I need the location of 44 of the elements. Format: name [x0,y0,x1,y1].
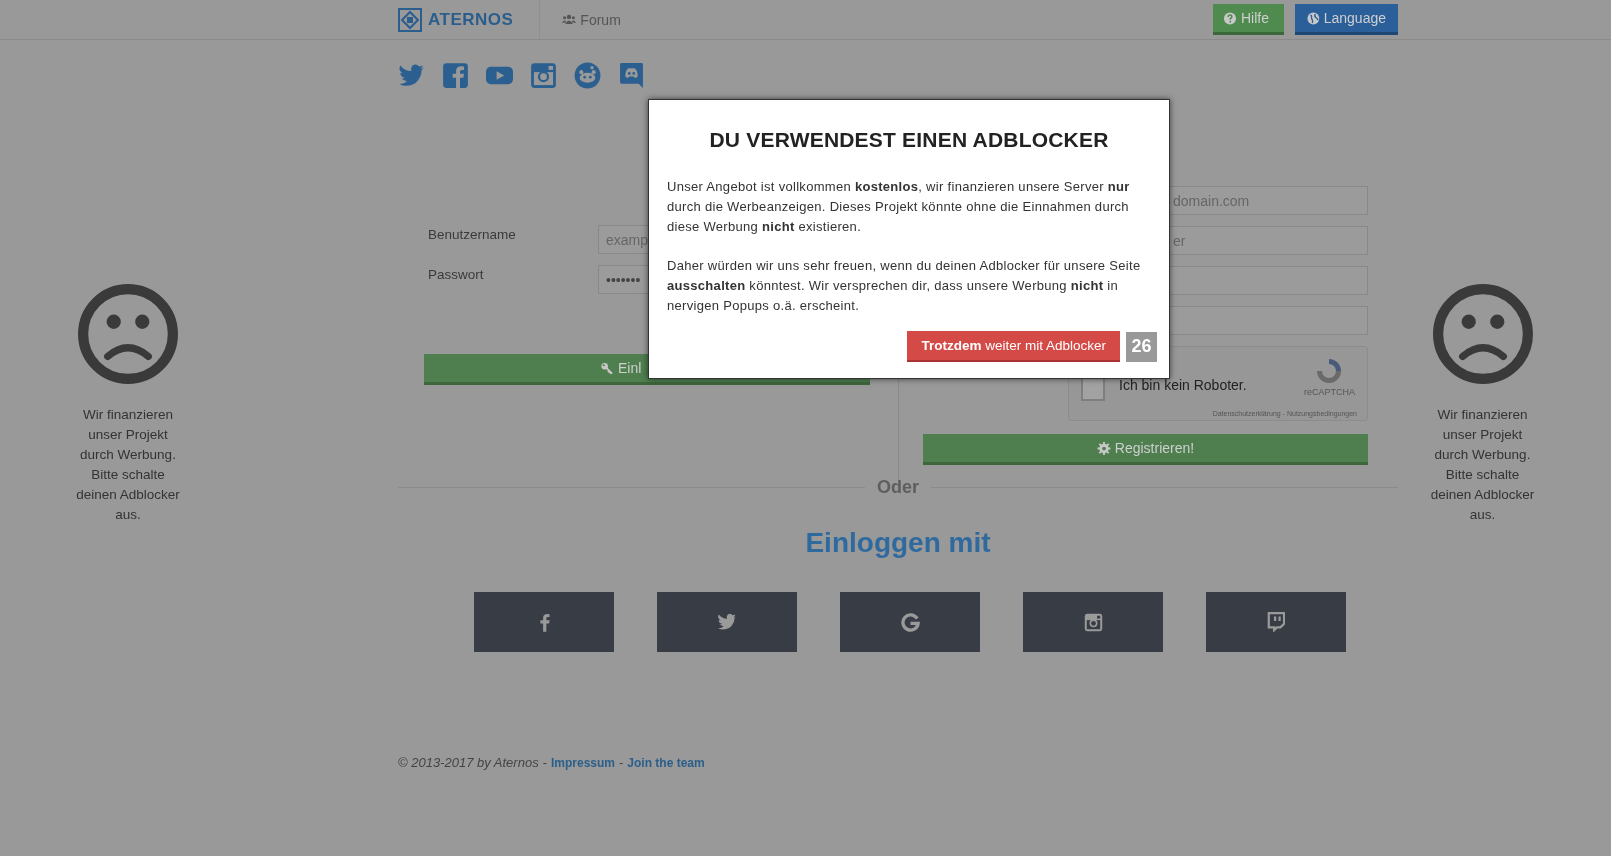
forum-link[interactable]: Forum [562,11,621,28]
logo-icon [398,7,422,32]
f-letter-icon [538,612,550,632]
copyright-text: © 2013-2017 by Aternos [398,755,539,770]
key-icon [600,361,614,375]
chat-bubble-icon[interactable] [618,61,645,89]
g-letter-icon [900,612,920,632]
footer-link[interactable]: Impressum [551,756,615,770]
camera-button[interactable] [1023,592,1163,652]
password-label: Passwort [428,266,485,282]
adblock-note: Wir finanzieren unser Projekt durch Werbung. Bitte schalte deinen Adblocker aus. [1430,406,1535,524]
gear-icon [1096,441,1111,455]
globe-icon [1307,11,1320,25]
f-letter-icon[interactable] [442,61,469,89]
users-icon [562,13,577,26]
help-button[interactable]: Hilfe [1213,4,1284,35]
register-button[interactable]: Registrieren! [923,434,1368,465]
separator: - [542,755,547,770]
sad-face-icon [1431,283,1534,385]
sad-face-icon [77,283,179,385]
countdown-badge: 26 [1126,331,1157,362]
bird-button[interactable] [657,592,797,652]
alien-icon[interactable] [574,61,601,89]
continue-button[interactable]: Trotzdem weiter mit Adblocker [907,331,1120,362]
adblock-note: Wir finanzieren unser Projekt durch Werbung. Bitte schalte deinen Adblocker aus. [76,406,180,524]
dialog-title: DU VERWENDEST EINEN ADBLOCKER [708,128,1110,152]
question-icon [1223,11,1237,25]
dialog-paragraph: Daher würden wir uns sehr freuen, wenn du deinen Adblocker für unsere Seite ausschalten könntest. Wir versprechen dir, dass unsere Werbung nicht in nervigen Popups o.ä. erscheint. [667,257,1142,315]
divider-label: Oder [876,476,920,498]
social-login-title: Einloggen mit [804,527,992,559]
camera-icon[interactable] [530,61,557,89]
captcha-brand: reCAPTCHA [1304,387,1355,397]
captcha-label: Ich bin kein Roboter. [1119,377,1247,393]
g-letter-button[interactable] [840,592,980,652]
bird-icon [717,612,737,632]
camera-icon [1083,612,1103,632]
footer-link[interactable]: Join the team [627,756,705,770]
language-button[interactable]: Language [1295,4,1398,35]
speech-bubble-icon [1267,612,1285,632]
speech-bubble-button[interactable] [1206,592,1346,652]
separator: - [619,755,624,770]
captcha-checkbox[interactable] [1081,377,1105,401]
username-label: Benutzername [428,226,517,242]
logo-text[interactable]: ATERNOS [428,9,514,30]
